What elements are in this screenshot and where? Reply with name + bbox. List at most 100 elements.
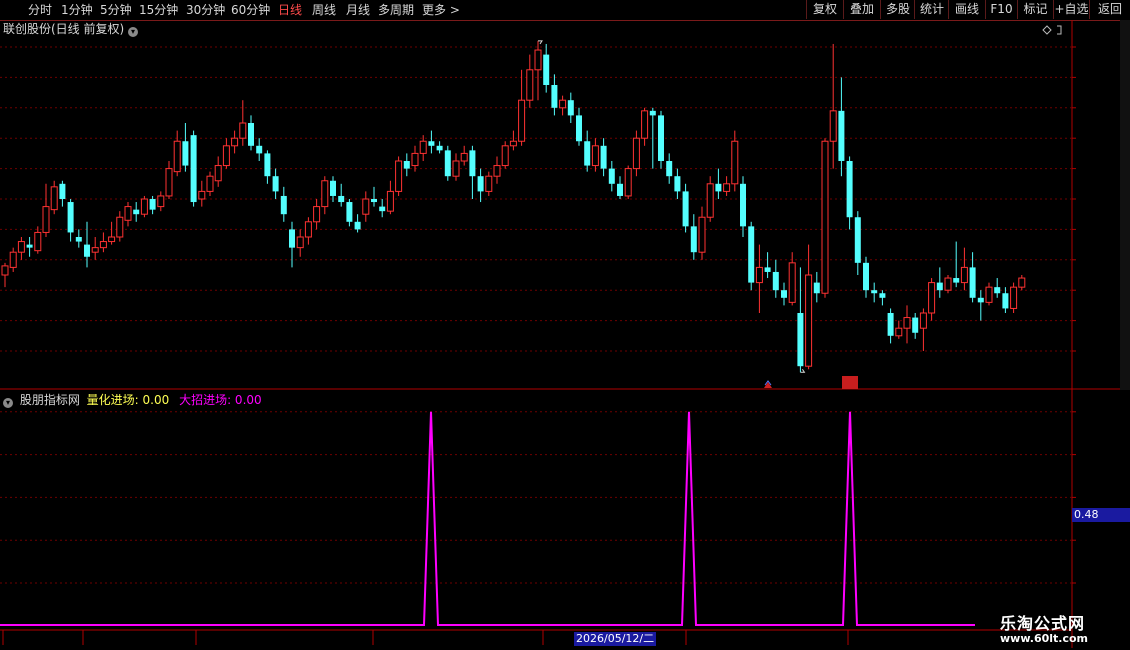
- candle: [1, 262, 9, 288]
- candle: [895, 320, 903, 339]
- candle-body: [838, 110, 845, 161]
- candle-body: [330, 180, 336, 196]
- candle: [591, 138, 599, 172]
- candle-body: [912, 317, 919, 333]
- candle-body: [84, 244, 90, 257]
- diamond-icon: [1042, 25, 1052, 35]
- candle-body: [50, 186, 58, 211]
- candle: [256, 138, 263, 161]
- candle: [797, 267, 804, 373]
- candle: [576, 107, 582, 146]
- candle: [91, 237, 99, 260]
- candle-body: [829, 110, 837, 142]
- side-panel-sliver: [1120, 20, 1130, 390]
- candle-body: [887, 313, 894, 336]
- candle-body: [477, 176, 484, 192]
- candle-body: [936, 282, 943, 291]
- candle: [953, 241, 960, 288]
- candle-body: [403, 161, 410, 169]
- candle: [379, 199, 386, 218]
- candle-body: [608, 168, 615, 184]
- candle: [304, 217, 312, 245]
- candle-body: [256, 145, 263, 154]
- candle: [624, 165, 632, 199]
- candle-body: [928, 282, 936, 314]
- candle: [165, 161, 173, 199]
- candle-body: [666, 161, 673, 177]
- candle-body: [75, 237, 82, 242]
- candle-body: [871, 290, 878, 294]
- candle: [214, 156, 222, 187]
- candle-body: [1002, 293, 1009, 309]
- candle: [1018, 275, 1026, 291]
- candle: [764, 252, 771, 279]
- candle: [509, 130, 517, 151]
- candle-body: [781, 290, 787, 298]
- candle: [805, 244, 813, 370]
- candle-body: [280, 195, 287, 215]
- candle: [133, 202, 140, 222]
- candle-body: [895, 327, 903, 337]
- watermark-title: 乐淘公式网: [1000, 614, 1086, 633]
- candle: [632, 130, 640, 177]
- candle: [371, 186, 377, 207]
- candle: [985, 282, 993, 306]
- candle: [67, 199, 74, 242]
- candle: [42, 183, 50, 237]
- candle-body: [264, 153, 271, 177]
- candle-body: [354, 221, 361, 230]
- candle: [338, 183, 345, 207]
- candle-body: [99, 241, 107, 249]
- candle: [755, 244, 763, 313]
- indicator-series-line: [0, 411, 975, 626]
- candle-body: [485, 175, 493, 192]
- candle-body: [460, 152, 468, 162]
- candle-body: [165, 168, 173, 197]
- candle-body: [772, 271, 779, 291]
- candle: [140, 195, 148, 218]
- candle-body: [157, 195, 165, 208]
- candle-body: [600, 145, 607, 169]
- candle-body: [444, 150, 451, 177]
- candle: [534, 40, 542, 101]
- candle-body: [501, 145, 509, 167]
- candle: [608, 161, 615, 192]
- candle-body: [419, 140, 427, 154]
- candle: [108, 221, 116, 245]
- candle-body: [231, 137, 239, 147]
- candle-body: [740, 183, 746, 227]
- candle: [264, 150, 271, 184]
- candle: [960, 247, 968, 291]
- candle-body: [493, 165, 501, 177]
- candle-body: [1018, 277, 1026, 288]
- cursor-value-label: 0.48: [1072, 508, 1130, 522]
- candle: [1002, 287, 1009, 313]
- candle-body: [994, 287, 1001, 294]
- candle-body: [214, 165, 222, 182]
- candle-body: [296, 236, 304, 249]
- candle: [493, 156, 501, 184]
- candle: [469, 145, 476, 199]
- candle: [936, 267, 943, 298]
- candle-body: [386, 190, 394, 212]
- candle-body: [1010, 286, 1018, 309]
- candle-body: [362, 198, 370, 215]
- candle: [977, 290, 984, 321]
- candle-body: [289, 229, 295, 248]
- candle-body: [748, 226, 755, 283]
- candle: [411, 145, 419, 172]
- event-marker-rise-bg: [842, 376, 858, 389]
- candle-body: [715, 183, 722, 192]
- candle: [346, 199, 353, 227]
- candle: [477, 168, 484, 203]
- candle-body: [190, 135, 197, 203]
- candle-body: [222, 145, 230, 167]
- candle: [198, 180, 206, 207]
- candle-body: [452, 160, 460, 177]
- candle-body: [764, 267, 771, 272]
- candle: [829, 43, 837, 169]
- candle-body: [17, 241, 25, 253]
- candle-body: [149, 199, 156, 210]
- candle: [838, 77, 845, 177]
- candle-body: [272, 176, 279, 192]
